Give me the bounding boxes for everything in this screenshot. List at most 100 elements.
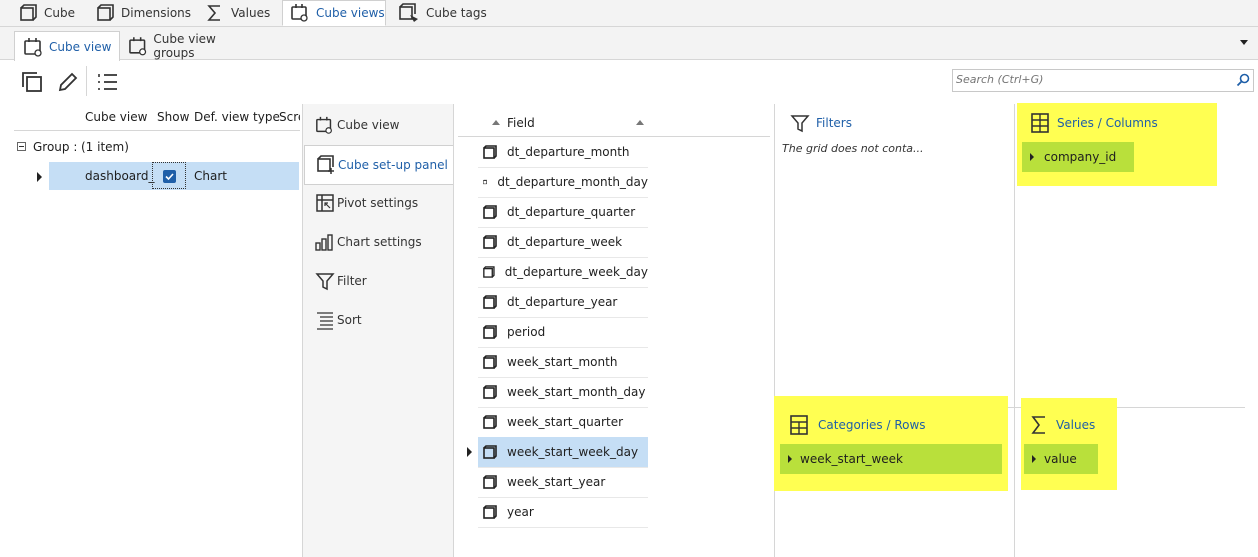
tab-values[interactable]: Values	[205, 0, 275, 26]
current-row-indicator-icon	[467, 447, 472, 457]
field-icon	[483, 179, 488, 185]
field-name: week_start_year	[507, 475, 606, 489]
subtab-cube-view[interactable]: Cube view	[14, 31, 120, 61]
expand-arrow-icon	[1032, 455, 1036, 463]
list-item[interactable]: week_start_month	[478, 347, 648, 378]
list-item[interactable]: dt_departure_quarter	[478, 197, 648, 228]
filters-empty-text: The grid does not conta...	[782, 142, 924, 155]
list-item[interactable]: dt_departure_week	[478, 227, 648, 258]
values-item[interactable]: value	[1024, 444, 1098, 474]
cube-tag-icon	[399, 3, 418, 22]
column-header-cube-view[interactable]: Cube view	[85, 110, 147, 124]
setup-item-cube-setup-panel[interactable]: Cube set-up panel	[304, 145, 453, 185]
tab-dimensions[interactable]: Dimensions	[95, 0, 195, 26]
setup-item-pivot-settings[interactable]: Pivot settings	[304, 184, 452, 222]
list-item[interactable]: week_start_week_day	[478, 437, 648, 468]
cube-setup-icon	[317, 155, 334, 174]
field-icon	[483, 445, 497, 459]
copy-icon[interactable]	[20, 70, 44, 94]
field-icon	[483, 266, 495, 278]
edit-icon[interactable]	[56, 70, 80, 94]
tab-label: Cube tags	[426, 6, 487, 20]
tab-label: Cube views	[316, 6, 385, 20]
setup-item-cube-view[interactable]: Cube view	[304, 106, 452, 144]
field-name: period	[507, 325, 546, 339]
group-label: Group :	[33, 140, 78, 154]
field-list-header-label: Field	[507, 116, 535, 130]
field-name: dt_departure_week_day	[504, 265, 648, 279]
series-item[interactable]: company_id	[1022, 142, 1134, 172]
cube-icon	[97, 4, 114, 21]
cube-view-icon	[291, 4, 308, 22]
list-item[interactable]: dt_departure_year	[478, 287, 648, 318]
list-item[interactable]: year	[478, 497, 648, 528]
show-checkbox[interactable]	[163, 170, 176, 183]
group-count: (1 item)	[81, 140, 129, 154]
field-list-header[interactable]: Field	[458, 108, 770, 137]
search-box	[952, 69, 1254, 92]
subtab-label: Cube view	[49, 39, 112, 54]
list-icon[interactable]	[96, 70, 120, 94]
cell-view-type: Chart	[194, 169, 227, 183]
series-item-label: company_id	[1044, 150, 1117, 164]
columns-icon	[1031, 113, 1049, 133]
field-icon	[483, 295, 497, 309]
sort-up-icon[interactable]	[636, 120, 644, 125]
tab-label: Values	[231, 6, 271, 20]
field-icon	[483, 145, 497, 159]
list-item[interactable]: dt_departure_month_day	[478, 167, 648, 198]
setup-item-filter[interactable]: Filter	[304, 262, 452, 300]
categories-item-label: week_start_week	[800, 452, 904, 466]
tab-label: Cube	[44, 6, 75, 20]
check-icon	[165, 173, 174, 181]
field-name: dt_departure_quarter	[507, 205, 636, 219]
search-input[interactable]	[953, 70, 1226, 89]
tab-cube-views[interactable]: Cube views	[282, 0, 386, 26]
values-item-label: value	[1044, 452, 1077, 466]
subtab-label: Cube view groups	[153, 32, 216, 60]
setup-item-chart-settings[interactable]: Chart settings	[304, 223, 452, 261]
setup-item-label: Chart settings	[337, 235, 422, 249]
table-row[interactable]: dashboard_ Chart	[49, 162, 299, 190]
column-header-screen[interactable]: Scre	[279, 110, 300, 124]
setup-item-sort[interactable]: Sort	[304, 301, 452, 339]
collapse-group-icon[interactable]	[17, 142, 26, 151]
field-name: dt_departure_year	[507, 295, 618, 309]
tab-cube[interactable]: Cube	[18, 0, 78, 26]
list-item[interactable]: dt_departure_month	[478, 137, 648, 168]
series-title: Series / Columns	[1057, 116, 1158, 130]
list-item[interactable]: week_start_quarter	[478, 407, 648, 438]
tab-cube-tags[interactable]: Cube tags	[398, 0, 488, 26]
column-header-view-type[interactable]: Def. view type	[194, 110, 280, 124]
sigma-icon	[207, 5, 220, 21]
field-name: week_start_month	[507, 355, 618, 369]
field-name: year	[507, 505, 534, 519]
expand-arrow-icon	[1030, 153, 1034, 161]
field-icon	[483, 355, 497, 369]
categories-item[interactable]: week_start_week	[780, 444, 1002, 474]
field-icon	[483, 415, 497, 429]
subtab-cube-view-groups[interactable]: Cube view groups	[128, 32, 258, 60]
setup-item-label: Pivot settings	[337, 196, 419, 210]
field-name: dt_departure_month	[507, 145, 630, 159]
field-icon	[483, 385, 497, 399]
cube-icon	[20, 4, 37, 21]
expand-arrow-icon	[788, 455, 792, 463]
row-indicator-icon	[37, 172, 42, 182]
list-item[interactable]: dt_departure_week_day	[478, 257, 648, 288]
field-name: week_start_week_day	[507, 445, 639, 459]
search-icon[interactable]	[1236, 73, 1250, 87]
setup-item-label: Filter	[337, 274, 367, 288]
chevron-down-icon[interactable]	[1240, 40, 1248, 45]
field-icon	[483, 205, 497, 219]
field-icon	[483, 325, 497, 339]
values-title: Values	[1056, 418, 1096, 432]
column-header-show[interactable]: Show	[157, 110, 189, 124]
list-item[interactable]: period	[478, 317, 648, 348]
list-item[interactable]: week_start_month_day	[478, 377, 648, 408]
setup-item-label: Sort	[337, 313, 362, 327]
list-item[interactable]: week_start_year	[478, 467, 648, 498]
field-icon	[483, 505, 497, 519]
grid-header: Cube view Show Def. view type Scre	[14, 104, 300, 131]
cube-view-icon	[129, 37, 147, 56]
